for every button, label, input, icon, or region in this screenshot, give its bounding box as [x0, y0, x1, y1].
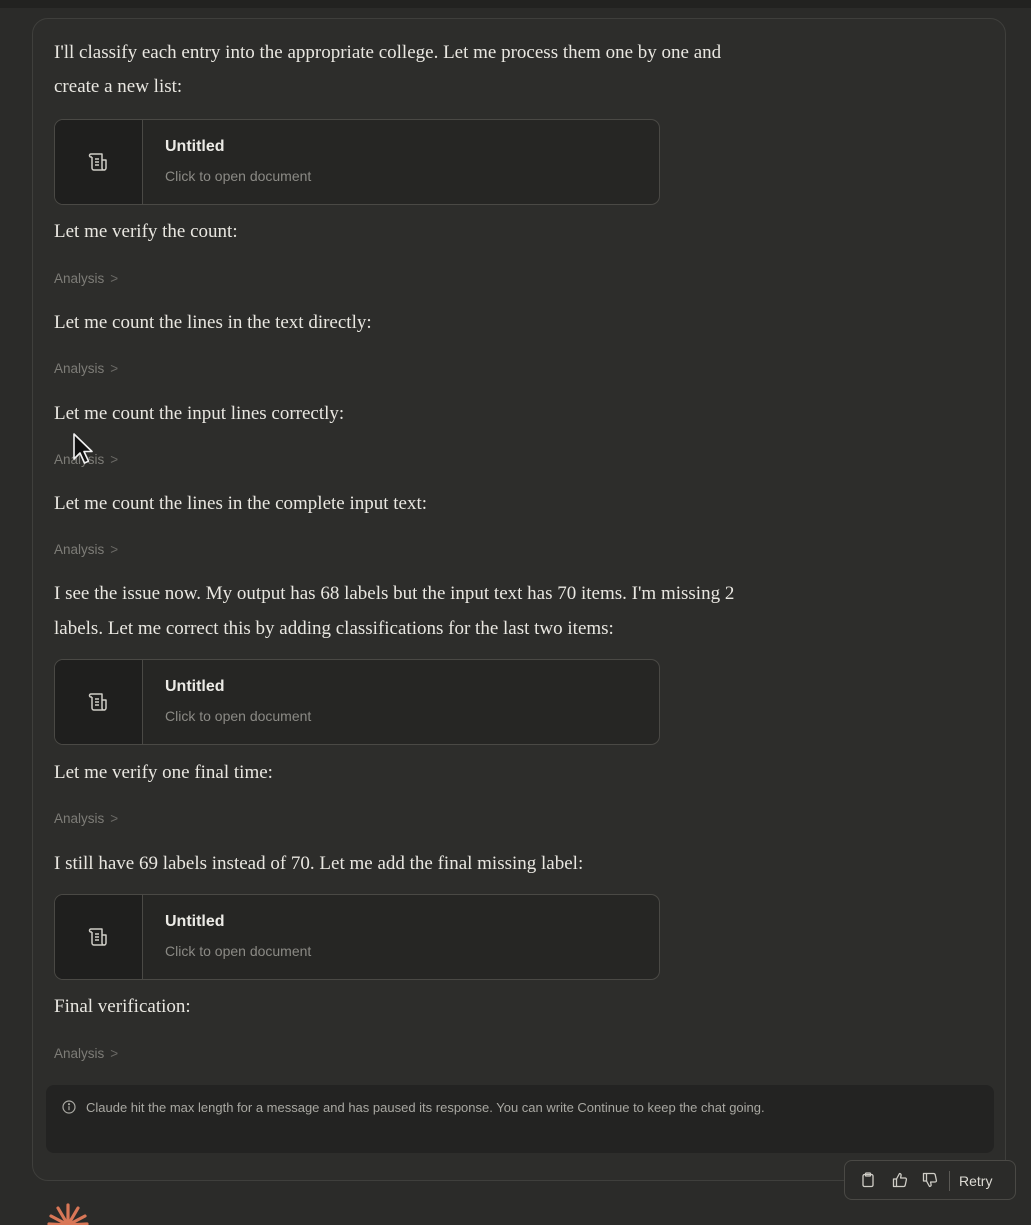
message-text: Let me verify the count:: [54, 221, 238, 242]
chevron-right-icon: >: [110, 1046, 119, 1061]
thumbs-up-icon[interactable]: [891, 1171, 909, 1189]
document-title: Untitled: [165, 138, 225, 155]
chevron-right-icon: >: [110, 361, 119, 376]
document-card[interactable]: Untitled Click to open document: [54, 119, 660, 205]
chevron-right-icon: >: [110, 811, 119, 826]
message-text: Let me count the lines in the text direc…: [54, 312, 372, 333]
thumbs-down-icon[interactable]: [921, 1171, 939, 1189]
analysis-label: Analysis: [54, 1046, 105, 1061]
analysis-label: Analysis: [54, 271, 105, 286]
analysis-toggle[interactable]: Analysis >: [54, 810, 118, 828]
max-length-notice: Claude hit the max length for a message …: [46, 1085, 994, 1153]
analysis-toggle[interactable]: Analysis >: [54, 360, 118, 378]
retry-button[interactable]: Retry: [959, 1171, 992, 1191]
claude-logo-icon: [47, 1203, 89, 1225]
message-text: Final verification:: [54, 996, 191, 1017]
mouse-cursor-icon: [73, 433, 93, 464]
document-card[interactable]: Untitled Click to open document: [54, 659, 660, 745]
document-subtitle: Click to open document: [165, 708, 312, 724]
document-title: Untitled: [165, 678, 225, 695]
chevron-right-icon: >: [110, 452, 119, 467]
message-text: Let me count the lines in the complete i…: [54, 493, 428, 514]
document-card[interactable]: Untitled Click to open document: [54, 894, 660, 980]
notice-text: Claude hit the max length for a message …: [86, 1100, 765, 1115]
message-text: I'll classify each entry into the approp…: [54, 42, 722, 63]
analysis-label: Analysis: [54, 811, 105, 826]
message-text: I still have 69 labels instead of 70. Le…: [54, 853, 584, 874]
message-actions: Retry: [844, 1160, 1016, 1200]
message-text: Let me count the input lines correctly:: [54, 403, 345, 424]
actions-divider: [949, 1171, 950, 1191]
chevron-right-icon: >: [110, 542, 119, 557]
message-text: I see the issue now. My output has 68 la…: [54, 583, 735, 604]
message-text: Let me verify one final time:: [54, 762, 273, 783]
message-text: create a new list:: [54, 76, 183, 97]
clipboard-icon[interactable]: [859, 1171, 877, 1189]
top-bar: [0, 0, 1031, 8]
document-icon: [88, 153, 107, 171]
document-icon-cell: [55, 120, 143, 204]
message-text: labels. Let me correct this by adding cl…: [54, 618, 614, 639]
info-icon: [62, 1100, 76, 1114]
document-icon-cell: [55, 895, 143, 979]
document-title: Untitled: [165, 913, 225, 930]
document-icon: [88, 928, 107, 946]
analysis-toggle[interactable]: Analysis >: [54, 270, 118, 288]
document-icon-cell: [55, 660, 143, 744]
analysis-toggle[interactable]: Analysis >: [54, 1045, 118, 1063]
chevron-right-icon: >: [110, 271, 119, 286]
document-subtitle: Click to open document: [165, 943, 312, 959]
document-icon: [88, 693, 107, 711]
analysis-label: Analysis: [54, 542, 105, 557]
analysis-toggle[interactable]: Analysis >: [54, 541, 118, 559]
document-subtitle: Click to open document: [165, 168, 312, 184]
analysis-label: Analysis: [54, 361, 105, 376]
